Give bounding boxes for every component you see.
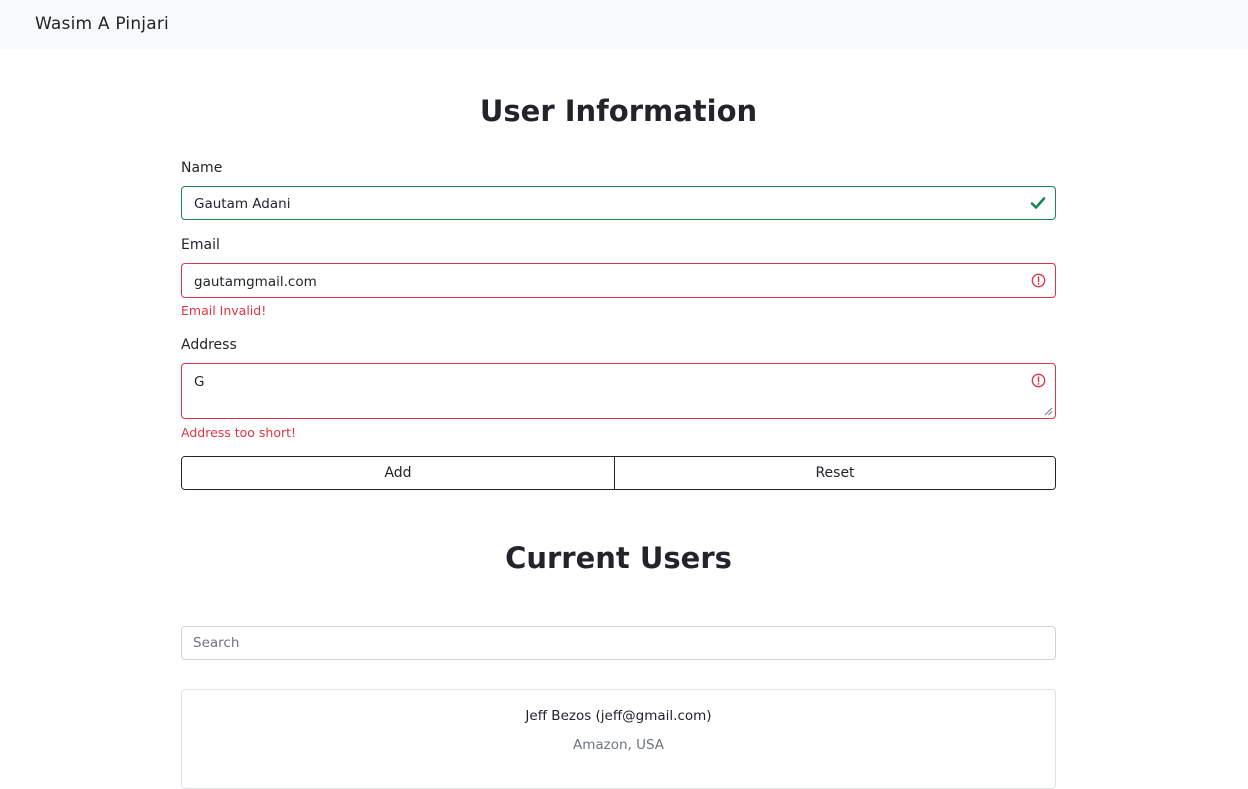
name-label: Name [181,160,223,176]
error-icon [1031,273,1046,288]
error-icon [1031,373,1046,388]
current-users-title: Current Users [505,541,732,575]
email-input[interactable]: gautamgmail.com [181,263,1056,298]
address-error-message: Address too short! [181,425,297,440]
resize-handle-icon[interactable] [1044,407,1053,416]
name-input[interactable]: Gautam Adani [181,186,1056,220]
navbar: Wasim A Pinjari [0,0,1248,49]
user-card-subtitle: Amazon, USA [572,737,665,753]
address-textarea[interactable]: G [181,363,1056,419]
form-button-group: Add Reset [181,456,1056,490]
check-icon [1030,197,1046,209]
email-label: Email [181,237,220,253]
address-label: Address [181,337,237,353]
search-field [181,626,1056,660]
email-error-message: Email Invalid! [181,303,267,318]
add-button[interactable]: Add [182,457,615,489]
email-input-value: gautamgmail.com [194,274,317,290]
name-input-value: Gautam Adani [194,196,291,212]
user-information-title: User Information [479,94,758,128]
search-input[interactable] [182,627,1055,659]
user-card: Jeff Bezos (jeff@gmail.com) Amazon, USA [181,689,1056,789]
reset-button[interactable]: Reset [615,457,1055,489]
user-card-title: Jeff Bezos (jeff@gmail.com) [525,708,712,724]
address-textarea-value: G [194,374,205,390]
navbar-brand[interactable]: Wasim A Pinjari [35,14,169,34]
